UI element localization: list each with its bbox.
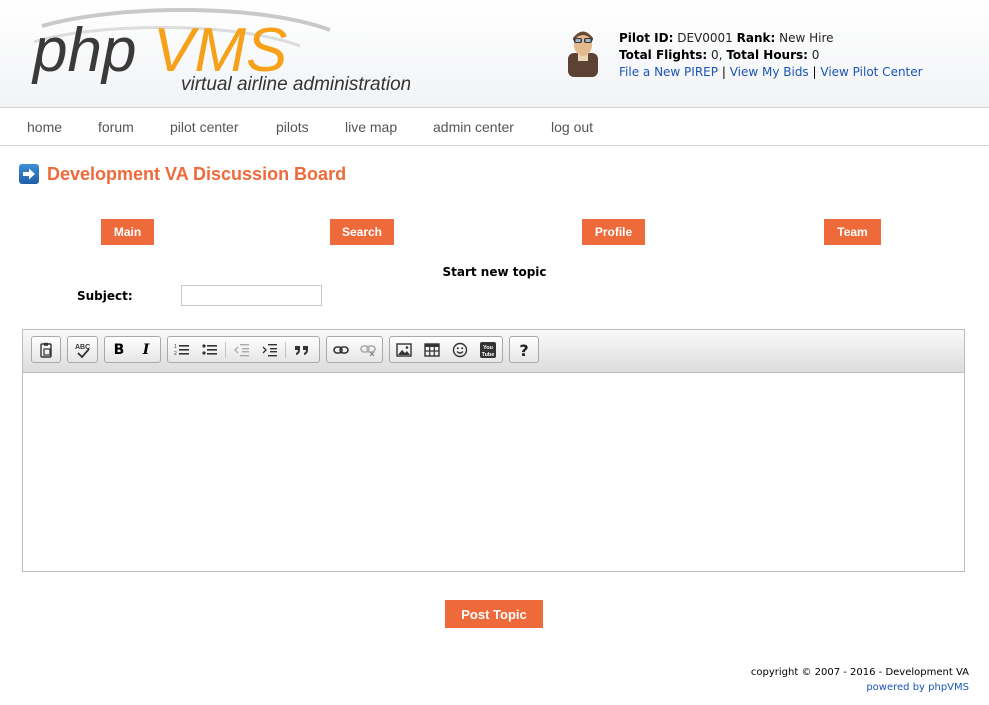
help-glyph: ?	[519, 340, 529, 360]
numbered-list-icon[interactable]: 12	[171, 340, 193, 360]
pilot-rank-value: New Hire	[779, 31, 834, 45]
toolbar-group-spellcheck: ABC	[67, 336, 98, 363]
italic-icon[interactable]: I	[135, 340, 157, 360]
forum-search-button[interactable]: Search	[330, 219, 394, 245]
nav-pilot-center[interactable]: pilot center	[170, 119, 238, 135]
unlink-icon[interactable]	[357, 340, 379, 360]
footer-copyright: copyright © 2007 - 2016 - Development VA	[750, 667, 969, 678]
pilot-stats-row: Total Flights: 0, Total Hours: 0	[619, 48, 820, 62]
forum-main-button[interactable]: Main	[101, 219, 154, 245]
post-topic-button[interactable]: Post Topic	[445, 600, 543, 628]
spellcheck-icon[interactable]: ABC	[72, 340, 94, 360]
svg-text:2: 2	[174, 351, 177, 357]
toolbar-separator	[285, 342, 286, 358]
page-title: Development VA Discussion Board	[47, 164, 347, 184]
view-bids-link[interactable]: View My Bids	[730, 65, 809, 79]
toolbar-separator	[225, 342, 226, 358]
nav-forum[interactable]: forum	[98, 119, 134, 135]
toolbar-group-links	[326, 336, 383, 363]
bullet-list-icon[interactable]	[199, 340, 221, 360]
logo-tagline: virtual airline administration	[181, 74, 410, 95]
toolbar-group-paste	[31, 336, 61, 363]
nav-pilots[interactable]: pilots	[276, 119, 309, 135]
subject-label: Subject:	[77, 289, 133, 303]
logo-graphic: php VMS virtual airline administration	[31, 8, 410, 95]
pilot-avatar	[566, 29, 600, 77]
phpvms-logo[interactable]: php VMS virtual airline administration	[30, 6, 410, 101]
pilot-links-row: File a New PIREP | View My Bids | View P…	[619, 64, 923, 81]
arrow-right-icon	[19, 164, 39, 184]
nav-admin-center[interactable]: admin center	[433, 119, 514, 135]
table-icon[interactable]	[421, 340, 443, 360]
pilot-id-row: Pilot ID: DEV0001 Rank: New Hire	[619, 30, 923, 47]
site-header: php VMS virtual airline administration P…	[0, 0, 989, 108]
nav-log-out[interactable]: log out	[551, 119, 593, 135]
italic-glyph: I	[142, 342, 150, 358]
total-flights-label: Total Flights:	[619, 48, 708, 62]
indent-icon[interactable]	[259, 340, 281, 360]
image-icon[interactable]	[393, 340, 415, 360]
smiley-icon[interactable]	[449, 340, 471, 360]
toolbar-group-paragraph: 12	[167, 336, 320, 363]
help-icon[interactable]: ?	[513, 340, 535, 360]
youtube-icon[interactable]: You Tube	[477, 340, 499, 360]
paste-text-icon[interactable]	[35, 340, 57, 360]
toolbar-group-format: B I	[104, 336, 161, 363]
toolbar-group-insert: You Tube	[389, 336, 503, 363]
pilot-rank-label: Rank:	[736, 31, 776, 45]
link-icon[interactable]	[330, 340, 352, 360]
editor-text-area[interactable]	[23, 373, 964, 571]
editor-toolbar: ABC B I 12 You Tube ?	[23, 330, 964, 373]
forum-profile-button[interactable]: Profile	[582, 219, 645, 245]
main-nav: home forum pilot center pilots live map …	[0, 108, 989, 146]
powered-by-link[interactable]: powered by phpVMS	[866, 682, 969, 693]
total-flights-value: 0	[711, 48, 719, 62]
nav-home[interactable]: home	[27, 119, 62, 135]
new-topic-heading: Start new topic	[442, 265, 547, 279]
youtube-label: You	[483, 345, 493, 351]
logo-php-text: php	[31, 16, 136, 85]
pilot-id-label: Pilot ID:	[619, 31, 674, 45]
youtube-label: Tube	[482, 352, 495, 358]
subject-input[interactable]	[181, 285, 322, 306]
view-pilot-center-link[interactable]: View Pilot Center	[820, 65, 922, 79]
total-hours-value: 0	[811, 48, 820, 62]
nav-live-map[interactable]: live map	[345, 119, 397, 135]
link-separator: |	[721, 65, 726, 79]
blockquote-icon[interactable]	[291, 340, 313, 360]
bold-glyph: B	[113, 342, 125, 358]
link-separator: |	[812, 65, 817, 79]
toolbar-group-help: ?	[509, 336, 539, 363]
outdent-icon[interactable]	[231, 340, 253, 360]
pilot-id-value: DEV0001	[677, 31, 733, 45]
file-pirep-link[interactable]: File a New PIREP	[619, 65, 718, 79]
total-hours-label: Total Hours:	[726, 48, 808, 62]
forum-team-button[interactable]: Team	[824, 219, 881, 245]
pilot-info: Pilot ID: DEV0001 Rank: New Hire Total F…	[619, 30, 923, 81]
svg-text:1: 1	[174, 344, 177, 350]
rich-text-editor: ABC B I 12 You Tube ?	[22, 329, 965, 572]
bold-icon[interactable]: B	[108, 340, 130, 360]
